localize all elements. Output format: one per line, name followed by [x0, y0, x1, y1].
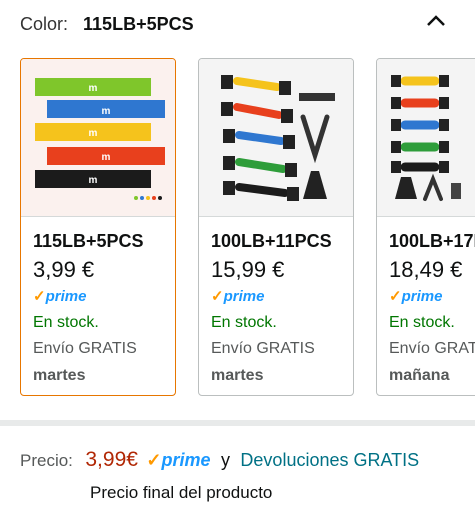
- variant-carousel[interactable]: m m m m m 115LB+5PCS 3,99 € ✓prime En st…: [0, 58, 475, 403]
- price-connector: y: [220, 450, 230, 470]
- prime-check-icon: ✓: [211, 288, 224, 305]
- product-image: [199, 59, 353, 216]
- color-selector-header: Color: 115LB+5PCS: [20, 14, 194, 35]
- stock-status: En stock.: [33, 314, 99, 331]
- variant-name: 115LB+5PCS: [33, 231, 144, 251]
- svg-text:m: m: [102, 106, 111, 117]
- prime-badge: ✓prime: [389, 288, 443, 305]
- variant-card-115lb-5pcs[interactable]: m m m m m 115LB+5PCS 3,99 € ✓prime En st…: [20, 58, 176, 396]
- prime-badge: ✓prime: [211, 288, 265, 305]
- shipping-info: Envío GRATIS: [211, 340, 315, 357]
- free-returns-link[interactable]: Devoluciones GRATIS: [240, 450, 419, 470]
- variant-name: 100LB+17PCS: [389, 231, 475, 251]
- prime-check-icon: ✓: [33, 288, 46, 305]
- product-image: [377, 59, 475, 216]
- prime-badge: ✓prime: [33, 288, 87, 305]
- svg-text:m: m: [89, 175, 98, 186]
- variant-card-100lb-17pcs[interactable]: 100LB+17PCS 18,49 € ✓prime En stock. Env…: [376, 58, 475, 396]
- price-label: Precio:: [20, 451, 73, 470]
- final-price-note: Precio final del producto: [90, 483, 273, 502]
- delivery-day: mañana: [389, 367, 450, 384]
- shipping-info: Envío GRATIS: [389, 340, 475, 357]
- section-divider: [0, 420, 475, 426]
- color-label: Color:: [20, 14, 69, 34]
- variant-price: 18,49 €: [389, 257, 463, 282]
- svg-text:m: m: [89, 128, 98, 139]
- delivery-day: martes: [33, 367, 86, 384]
- price-summary: Precio: 3,99€ ✓prime y Devoluciones GRAT…: [20, 448, 419, 472]
- prime-badge: ✓prime: [146, 450, 211, 470]
- variant-card-100lb-11pcs[interactable]: 100LB+11PCS 15,99 € ✓prime En stock. Env…: [198, 58, 354, 396]
- prime-check-icon: ✓: [389, 288, 402, 305]
- variant-name: 100LB+11PCS: [211, 231, 332, 251]
- variant-price: 15,99 €: [211, 257, 285, 282]
- color-selected-value: 115LB+5PCS: [83, 14, 194, 34]
- stock-status: En stock.: [389, 314, 455, 331]
- svg-text:m: m: [89, 83, 98, 94]
- shipping-info: Envío GRATIS: [33, 340, 137, 357]
- product-image: m m m m m: [21, 59, 175, 216]
- svg-text:m: m: [102, 152, 111, 163]
- variant-price: 3,99 €: [33, 257, 95, 282]
- delivery-day: martes: [211, 367, 264, 384]
- stock-status: En stock.: [211, 314, 277, 331]
- chevron-up-icon[interactable]: [424, 10, 448, 32]
- price-value: 3,99€: [85, 448, 138, 471]
- prime-check-icon: ✓: [146, 450, 162, 470]
